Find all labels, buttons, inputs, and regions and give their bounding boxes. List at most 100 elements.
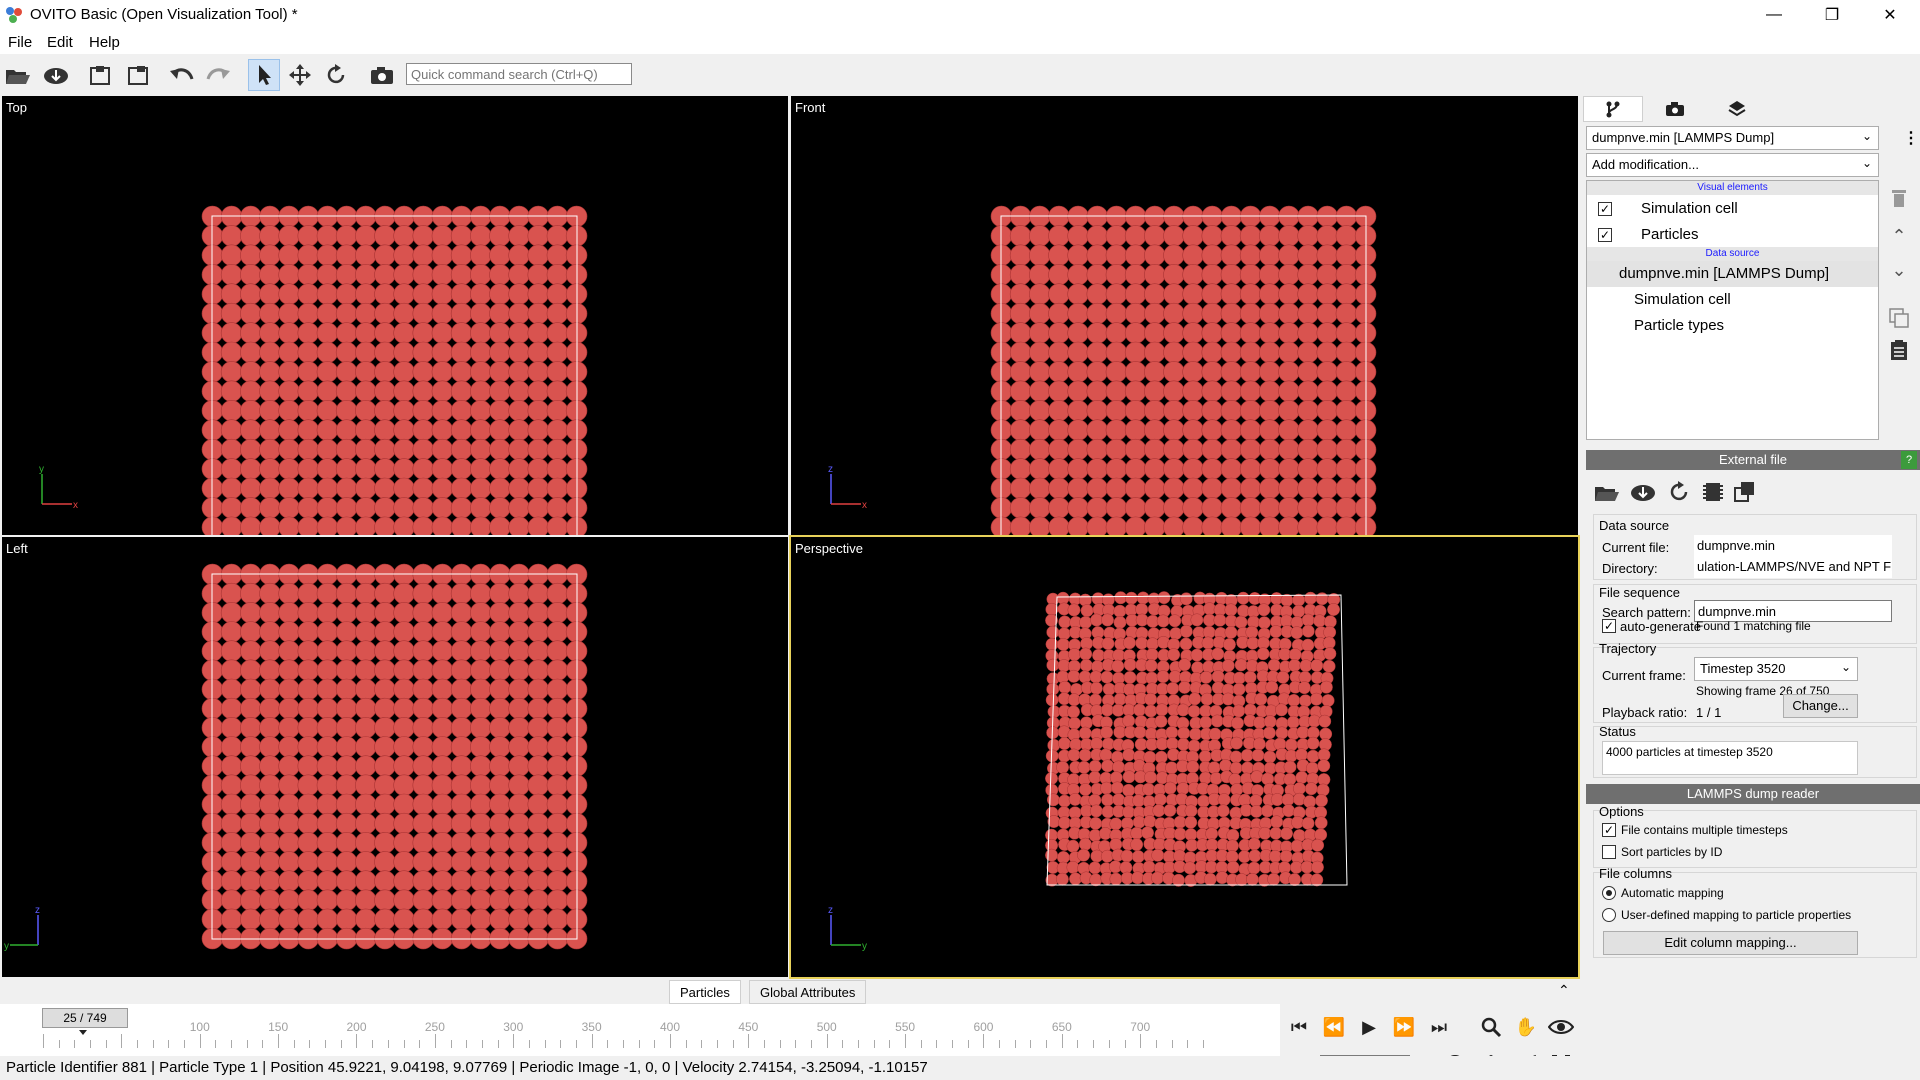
auto-generate-label[interactable]: auto-generate bbox=[1620, 619, 1701, 634]
minimize-button[interactable]: — bbox=[1745, 0, 1803, 30]
timeline-tick bbox=[622, 1040, 624, 1048]
sort-by-id-checkbox[interactable] bbox=[1602, 845, 1616, 859]
search-pattern-label: Search pattern: bbox=[1602, 605, 1691, 620]
next-frame-icon[interactable]: ⏩ bbox=[1389, 1012, 1419, 1042]
status-group-title: Status bbox=[1599, 724, 1636, 739]
svg-text:z: z bbox=[828, 464, 833, 475]
viewport-front[interactable]: Front zx bbox=[791, 96, 1578, 535]
selection-mode-icon[interactable] bbox=[248, 59, 280, 91]
pipeline-item-particles[interactable]: Particles bbox=[1641, 226, 1699, 243]
timeline-tick bbox=[842, 1040, 844, 1048]
pipeline-item-simulation-cell[interactable]: Simulation cell bbox=[1641, 200, 1738, 217]
timeline-tick bbox=[199, 1034, 201, 1048]
particles-checkbox[interactable]: ✓ bbox=[1598, 228, 1612, 242]
open-file-icon[interactable] bbox=[2, 59, 34, 91]
simulation-cell-checkbox[interactable]: ✓ bbox=[1598, 202, 1612, 216]
timeline-tick bbox=[811, 1040, 813, 1048]
render-tab-icon[interactable] bbox=[1645, 96, 1705, 122]
animation-timeline[interactable]: 25 / 749 100 150 200 250 300 350 400 450 500 550 6… bbox=[0, 1004, 1280, 1056]
automatic-mapping-label[interactable]: Automatic mapping bbox=[1621, 886, 1724, 900]
user-mapping-radio[interactable] bbox=[1602, 908, 1616, 922]
replace-file-icon[interactable] bbox=[1729, 476, 1761, 508]
particles-render bbox=[990, 205, 1377, 535]
user-mapping-label[interactable]: User-defined mapping to particle propert… bbox=[1621, 908, 1851, 922]
clipboard-icon[interactable] bbox=[1887, 338, 1911, 362]
menu-edit[interactable]: Edit bbox=[47, 34, 73, 51]
help-button[interactable]: ? bbox=[1901, 451, 1917, 469]
timeline-tick-label: 100 bbox=[189, 1020, 210, 1034]
reload-icon[interactable] bbox=[1663, 476, 1695, 508]
move-down-icon[interactable]: ⌄ bbox=[1887, 258, 1911, 282]
multiple-timesteps-label[interactable]: File contains multiple timesteps bbox=[1621, 823, 1788, 837]
move-up-icon[interactable]: ⌃ bbox=[1887, 224, 1911, 248]
duplicate-icon[interactable] bbox=[1887, 306, 1911, 330]
sort-by-id-label[interactable]: Sort particles by ID bbox=[1621, 845, 1722, 859]
delete-icon[interactable] bbox=[1887, 186, 1911, 210]
play-icon[interactable]: ▶ bbox=[1354, 1012, 1384, 1042]
save-session-as-icon[interactable] bbox=[122, 59, 154, 91]
svg-text:z: z bbox=[828, 905, 833, 916]
svg-text:y: y bbox=[4, 941, 9, 952]
timeline-tick bbox=[481, 1040, 483, 1048]
more-options-icon[interactable]: ⋮ bbox=[1903, 128, 1919, 148]
previous-frame-icon[interactable]: ⏪ bbox=[1319, 1012, 1349, 1042]
overlays-tab-icon[interactable] bbox=[1707, 96, 1767, 122]
zoom-icon[interactable] bbox=[1476, 1012, 1506, 1042]
save-session-icon[interactable] bbox=[84, 59, 116, 91]
scan-trajectory-icon[interactable] bbox=[1697, 476, 1729, 508]
data-inspector-tabs: Particles Global Attributes ⌃ bbox=[0, 980, 1583, 1004]
redo-icon[interactable] bbox=[202, 59, 234, 91]
move-mode-icon[interactable] bbox=[284, 59, 316, 91]
edit-column-mapping-button[interactable]: Edit column mapping... bbox=[1603, 931, 1858, 955]
svg-text:x: x bbox=[73, 500, 78, 511]
timeline-tick bbox=[137, 1040, 139, 1048]
jump-to-end-icon[interactable]: ⏭ bbox=[1424, 1012, 1454, 1042]
current-frame-dropdown[interactable]: Timestep 3520 ⌄ bbox=[1694, 657, 1858, 681]
load-remote-icon[interactable] bbox=[40, 59, 72, 91]
timeline-tick bbox=[1124, 1040, 1126, 1048]
menu-help[interactable]: Help bbox=[89, 34, 120, 51]
timeline-tick bbox=[434, 1034, 436, 1048]
lammps-reader-header[interactable]: LAMMPS dump reader bbox=[1586, 784, 1920, 804]
auto-generate-checkbox[interactable]: ✓ bbox=[1602, 619, 1616, 633]
add-modification-dropdown[interactable]: Add modification... ⌄ bbox=[1586, 153, 1879, 177]
close-button[interactable]: ✕ bbox=[1861, 0, 1919, 30]
playback-ratio-value: 1 / 1 bbox=[1696, 705, 1722, 720]
timeline-tick bbox=[858, 1040, 860, 1048]
viewport-perspective[interactable]: Perspective zy bbox=[789, 535, 1580, 979]
pipeline-tab-icon[interactable] bbox=[1583, 96, 1643, 122]
pan-hand-icon[interactable]: ✋ bbox=[1511, 1012, 1541, 1042]
pipeline-editor[interactable]: Visual elements ✓ Simulation cell ✓ Part… bbox=[1586, 180, 1879, 440]
external-file-header[interactable]: External file bbox=[1586, 450, 1920, 470]
pick-remote-icon[interactable] bbox=[1627, 476, 1659, 508]
menu-file[interactable]: File bbox=[8, 34, 32, 51]
timeline-tick bbox=[152, 1040, 154, 1048]
pipeline-item-cell-child[interactable]: Simulation cell bbox=[1634, 291, 1731, 308]
tab-particles[interactable]: Particles bbox=[669, 980, 741, 1004]
undo-icon[interactable] bbox=[166, 59, 198, 91]
expand-inspector-icon[interactable]: ⌃ bbox=[1558, 982, 1570, 999]
rotate-mode-icon[interactable] bbox=[320, 59, 352, 91]
automatic-mapping-radio[interactable] bbox=[1602, 886, 1616, 900]
pipeline-item-particle-types[interactable]: Particle types bbox=[1634, 317, 1724, 334]
multiple-timesteps-checkbox[interactable]: ✓ bbox=[1602, 823, 1616, 837]
timeline-tick bbox=[889, 1040, 891, 1048]
chevron-down-icon: ⌄ bbox=[1840, 660, 1851, 674]
viewport-left[interactable]: Left zy bbox=[2, 537, 788, 977]
quick-command-search-input[interactable] bbox=[406, 63, 632, 85]
orbit-eye-icon[interactable] bbox=[1546, 1012, 1576, 1042]
change-button[interactable]: Change... bbox=[1783, 694, 1858, 718]
pipeline-item-data-source[interactable]: dumpnve.min [LAMMPS Dump] bbox=[1619, 265, 1829, 282]
timeline-tick bbox=[372, 1040, 374, 1048]
render-camera-icon[interactable] bbox=[366, 59, 398, 91]
particles-render bbox=[201, 563, 588, 950]
timeline-tick bbox=[325, 1040, 327, 1048]
jump-to-start-icon[interactable]: ⏮ bbox=[1284, 1012, 1314, 1042]
timeline-tick bbox=[513, 1034, 515, 1048]
maximize-button[interactable]: ❐ bbox=[1803, 0, 1861, 30]
pick-file-icon[interactable] bbox=[1591, 476, 1623, 508]
tab-global-attributes[interactable]: Global Attributes bbox=[749, 980, 867, 1004]
viewport-top[interactable]: Top yx bbox=[2, 96, 788, 535]
current-file-value: dumpnve.min bbox=[1694, 535, 1892, 557]
pipeline-selector[interactable]: dumpnve.min [LAMMPS Dump] ⌄ bbox=[1586, 126, 1879, 150]
